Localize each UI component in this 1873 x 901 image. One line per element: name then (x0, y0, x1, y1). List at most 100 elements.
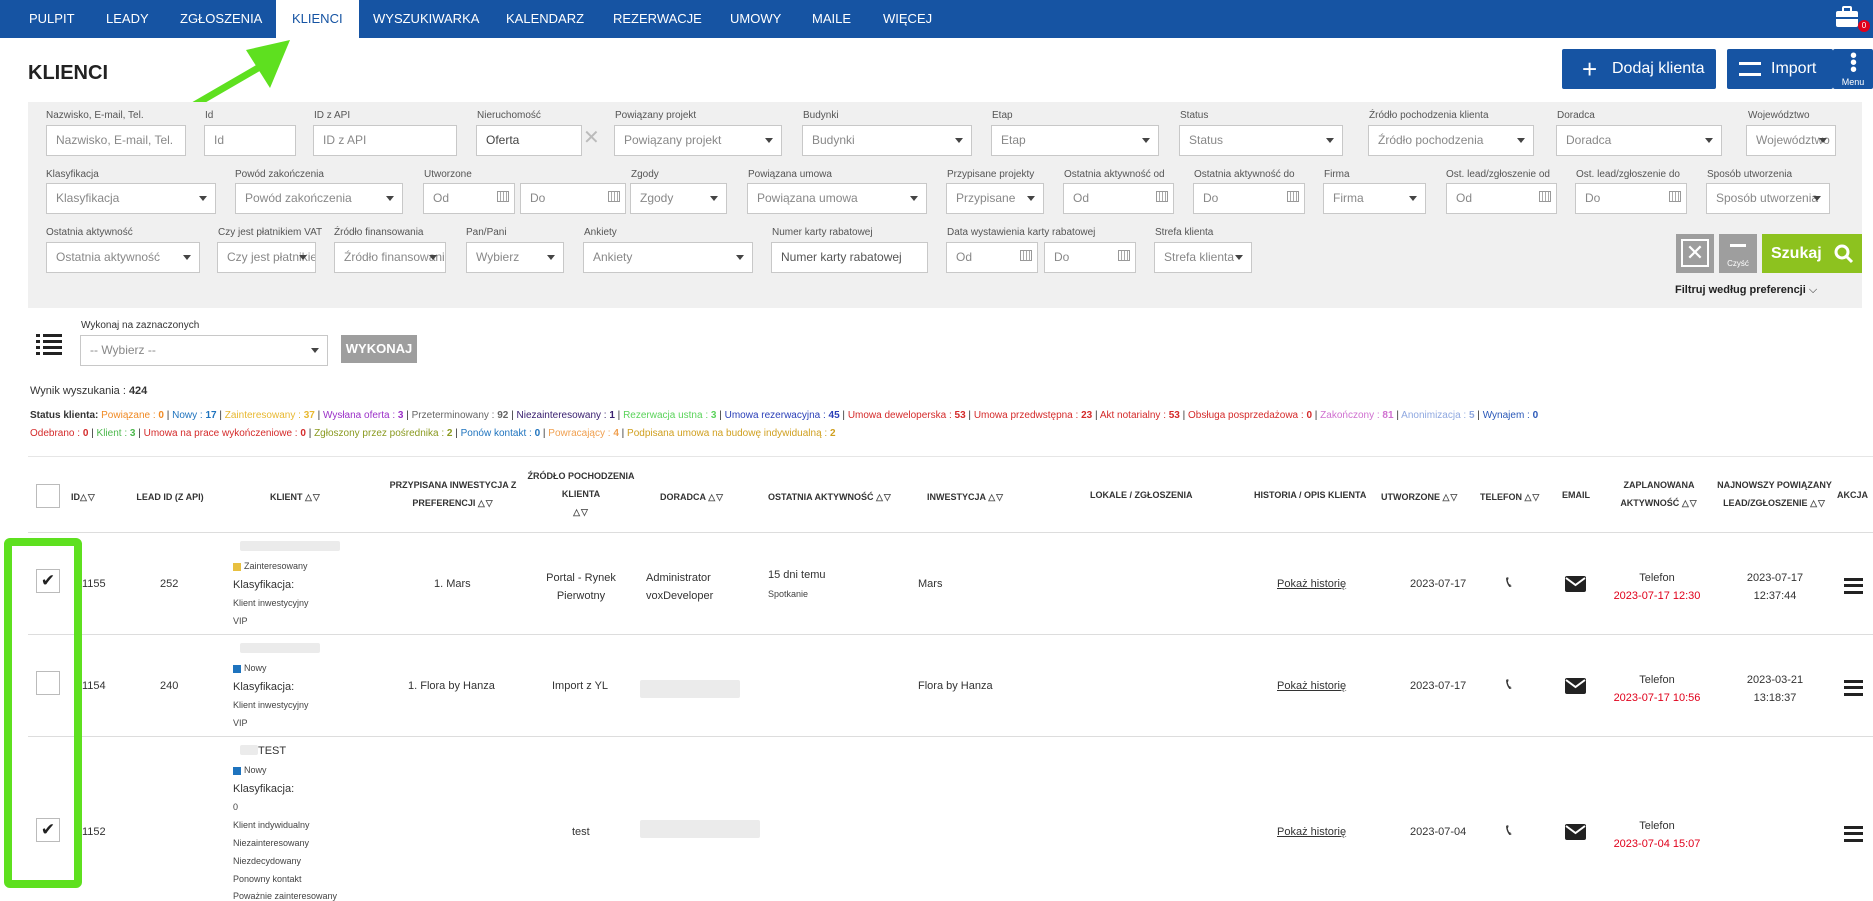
status-legend-item[interactable]: Umowa przedwstępna : 23 (974, 410, 1092, 421)
nav-leady[interactable]: LEADY (106, 0, 149, 38)
bulk-action-select[interactable]: -- Wybierz -- (80, 335, 328, 366)
excel-export-button[interactable]: ✕ (1676, 234, 1714, 273)
status-legend-item[interactable]: Rezerwacja ustna : 3 (623, 410, 716, 421)
status-legend-item[interactable]: Przeterminowany : 92 (412, 410, 509, 421)
nav-zgloszenia[interactable]: ZGŁOSZENIA (180, 0, 262, 38)
consents-filter-select[interactable]: Zgody (630, 183, 727, 214)
list-view-icon[interactable] (36, 334, 62, 356)
nav-kalendarz[interactable]: KALENDARZ (506, 0, 584, 38)
header-investment-pref[interactable]: PRZYPISANA INWESTYCJA Z PREFERENCJI △▽ (385, 476, 521, 512)
show-history-link[interactable]: Pokaż historię (1277, 826, 1346, 838)
header-phone[interactable]: TELEFON △▽ (1480, 488, 1540, 506)
card-number-filter-input[interactable]: Numer karty rabatowej (771, 242, 928, 273)
header-created[interactable]: UTWORZONE △▽ (1381, 488, 1458, 506)
briefcase-icon[interactable] (1835, 6, 1859, 28)
header-last-activity[interactable]: OSTATNIA AKTYWNOŚĆ △▽ (768, 488, 892, 506)
contract-filter-select[interactable]: Powiązana umowa (747, 183, 927, 214)
phone-icon[interactable]: 📞︎ (1506, 574, 1512, 592)
status-legend-item[interactable]: Obsługa posprzedażowa : 0 (1188, 410, 1312, 421)
preferences-filter-toggle[interactable]: Filtruj według preferencji ⌵ (1675, 284, 1817, 297)
last-activity-to-input[interactable]: Do (1193, 183, 1305, 214)
name-filter-input[interactable]: Nazwisko, E-mail, Tel. (46, 125, 186, 156)
voivodeship-filter-select[interactable]: Województwo (1746, 125, 1836, 156)
show-history-link[interactable]: Pokaż historię (1277, 578, 1346, 590)
header-id[interactable]: ID△▽ (71, 488, 96, 506)
property-filter-input[interactable]: Oferta (476, 125, 582, 156)
nav-wiecej[interactable]: WIĘCEJ (883, 0, 932, 38)
row-menu-icon[interactable] (1844, 826, 1863, 842)
classification-filter-select[interactable]: Klasyfikacja (46, 183, 216, 214)
header-source[interactable]: ŹRÓDŁO POCHODZENIA KLIENTA △▽ (523, 467, 639, 521)
nav-wyszukiwarka[interactable]: WYSZUKIWARKA (373, 0, 479, 38)
created-to-input[interactable]: Do (520, 183, 626, 214)
salutation-filter-select[interactable]: Wybierz (466, 242, 564, 273)
status-legend-item[interactable]: Klient : 3 (97, 428, 136, 439)
header-client[interactable]: KLIENT △▽ (270, 488, 321, 506)
status-filter-select[interactable]: Status (1179, 125, 1343, 156)
source-filter-select[interactable]: Źródło pochodzenia (1368, 125, 1534, 156)
status-legend-item[interactable]: Umowa deweloperska : 53 (848, 410, 966, 421)
status-legend-item[interactable]: Powiązane : 0 (101, 410, 164, 421)
status-legend-item[interactable]: Umowa na prace wykończeniowe : 0 (144, 428, 306, 439)
api-id-filter-input[interactable]: ID z API (313, 125, 457, 156)
phone-icon[interactable]: 📞︎ (1506, 822, 1512, 840)
nav-rezerwacje[interactable]: REZERWACJE (613, 0, 702, 38)
card-date-to-input[interactable]: Do (1044, 242, 1136, 273)
status-legend-item[interactable]: Powracający : 4 (548, 428, 619, 439)
lead-from-input[interactable]: Od (1446, 183, 1557, 214)
creation-method-select[interactable]: Sposób utworzenia (1706, 183, 1830, 214)
phone-icon[interactable]: 📞︎ (1506, 676, 1512, 694)
email-icon[interactable] (1565, 576, 1586, 592)
project-filter-select[interactable]: Powiązany projekt (614, 125, 782, 156)
surveys-filter-select[interactable]: Ankiety (583, 242, 753, 273)
show-history-link[interactable]: Pokaż historię (1277, 680, 1346, 692)
status-legend-item[interactable]: Podpisana umowa na budowę indywidualną :… (627, 428, 835, 439)
status-legend-item[interactable]: Zainteresowany : 37 (225, 410, 315, 421)
header-newest-lead[interactable]: NAJNOWSZY POWIĄZANY LEAD/ZGŁOSZENIE △▽ (1712, 476, 1837, 512)
execute-button[interactable]: WYKONAJ (341, 335, 417, 363)
row-menu-icon[interactable] (1844, 680, 1863, 696)
import-button[interactable]: Import (1727, 49, 1833, 89)
financing-filter-select[interactable]: Źródło finansowania (334, 242, 446, 273)
created-from-input[interactable]: Od (423, 183, 515, 214)
zone-filter-select[interactable]: Strefa klienta (1154, 242, 1252, 273)
status-legend-item[interactable]: Akt notarialny : 53 (1100, 410, 1180, 421)
select-all-checkbox[interactable] (36, 484, 60, 508)
nav-umowy[interactable]: UMOWY (730, 0, 781, 38)
row-menu-icon[interactable] (1844, 578, 1863, 594)
search-button[interactable]: Szukaj (1762, 234, 1862, 273)
email-icon[interactable] (1565, 824, 1586, 840)
status-legend-item[interactable]: Odebrano : 0 (30, 428, 88, 439)
advisor-filter-select[interactable]: Doradca (1556, 125, 1722, 156)
close-reason-filter-select[interactable]: Powód zakończenia (235, 183, 403, 214)
header-planned[interactable]: ZAPLANOWANA AKTYWNOŚĆ △▽ (1604, 476, 1714, 512)
client-name-redacted[interactable] (240, 541, 340, 551)
status-legend-item[interactable]: Anonimizacja : 5 (1401, 410, 1474, 421)
status-legend-item[interactable]: Zakończony : 81 (1320, 410, 1393, 421)
status-legend-item[interactable]: Wysłana oferta : 3 (323, 410, 404, 421)
nav-maile[interactable]: MAILE (812, 0, 851, 38)
menu-button[interactable]: • • • Menu (1833, 46, 1873, 89)
header-advisor[interactable]: DORADCA △▽ (660, 488, 724, 506)
status-legend-item[interactable]: Wynajem : 0 (1483, 410, 1538, 421)
vat-filter-select[interactable]: Czy jest płatnikiem (217, 242, 316, 273)
buildings-filter-select[interactable]: Budynki (802, 125, 972, 156)
client-name-redacted[interactable] (240, 643, 320, 653)
last-activity-from-input[interactable]: Od (1063, 183, 1174, 214)
status-legend-item[interactable]: Nowy : 17 (172, 410, 216, 421)
last-activity-filter-select[interactable]: Ostatnia aktywność (46, 242, 200, 273)
card-date-from-input[interactable]: Od (946, 242, 1038, 273)
stage-filter-select[interactable]: Etap (991, 125, 1159, 156)
nav-klienci[interactable]: KLIENCI (276, 0, 359, 38)
email-icon[interactable] (1565, 678, 1586, 694)
client-name[interactable]: TEST (258, 745, 286, 757)
id-filter-input[interactable]: Id (204, 125, 296, 156)
company-filter-select[interactable]: Firma (1323, 183, 1426, 214)
status-legend-item[interactable]: Zgłoszony przez pośrednika : 2 (314, 428, 452, 439)
header-investment[interactable]: INWESTYCJA △▽ (927, 488, 1004, 506)
nav-pulpit[interactable]: PULPIT (29, 0, 75, 38)
status-legend-item[interactable]: Umowa rezerwacyjna : 45 (725, 410, 840, 421)
lead-to-input[interactable]: Do (1575, 183, 1687, 214)
client-name-redacted[interactable] (240, 745, 258, 755)
add-client-button[interactable]: + Dodaj klienta (1562, 49, 1716, 89)
